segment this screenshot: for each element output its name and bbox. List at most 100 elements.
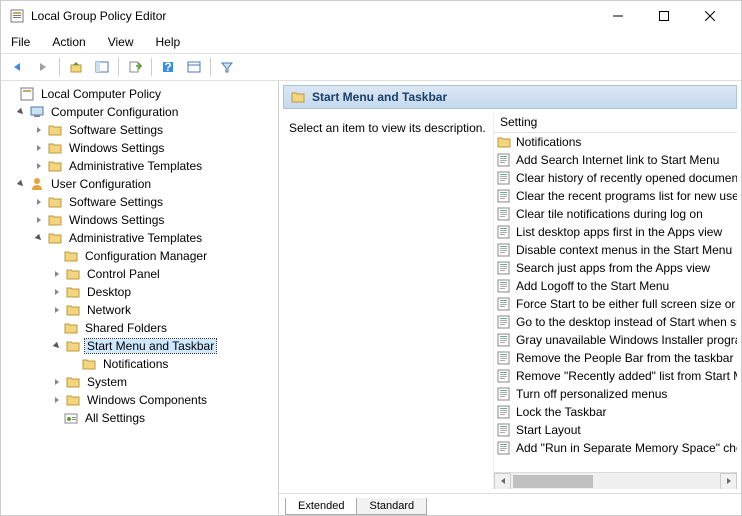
tree-label: Start Menu and Taskbar: [85, 339, 216, 353]
list-item-label: Add Logoff to the Start Menu: [516, 279, 669, 293]
minimize-button[interactable]: [595, 1, 641, 31]
tree-comp-config[interactable]: Computer Configuration: [1, 103, 278, 121]
list-item[interactable]: List desktop apps first in the Apps view: [494, 223, 737, 241]
content-header: Start Menu and Taskbar: [283, 85, 737, 109]
list-item[interactable]: Go to the desktop instead of Start when …: [494, 313, 737, 331]
tree-cfg-mgr[interactable]: Configuration Manager: [1, 247, 278, 265]
tree-all-settings[interactable]: All Settings: [1, 409, 278, 427]
tree-notifications[interactable]: Notifications: [1, 355, 278, 373]
list-item-label: Lock the Taskbar: [516, 405, 607, 419]
export-button[interactable]: [123, 56, 147, 78]
list-item[interactable]: Turn off personalized menus: [494, 385, 737, 403]
expand-icon[interactable]: [5, 88, 17, 100]
tree-user-config[interactable]: User Configuration: [1, 175, 278, 193]
list-item[interactable]: Clear the recent programs list for new u…: [494, 187, 737, 205]
expand-icon[interactable]: [33, 160, 45, 172]
back-button[interactable]: [5, 56, 29, 78]
expand-icon[interactable]: [51, 268, 63, 280]
tree-network[interactable]: Network: [1, 301, 278, 319]
tree-ctrl-panel[interactable]: Control Panel: [1, 265, 278, 283]
list-item[interactable]: Disable context menus in the Start Menu: [494, 241, 737, 259]
list-item[interactable]: Lock the Taskbar: [494, 403, 737, 421]
tab-standard[interactable]: Standard: [356, 498, 427, 515]
menu-file[interactable]: File: [7, 33, 34, 51]
expand-icon[interactable]: [33, 214, 45, 226]
tree-cc-soft[interactable]: Software Settings: [1, 121, 278, 139]
settings-list[interactable]: Notifications Add Search Internet link to…: [494, 133, 737, 472]
scroll-right-button[interactable]: [720, 473, 737, 490]
tree-label: Desktop: [85, 285, 133, 299]
collapse-icon[interactable]: [15, 106, 27, 118]
list-item[interactable]: Force Start to be either full screen siz…: [494, 295, 737, 313]
policy-icon: [496, 188, 512, 204]
toolbar-separator: [210, 58, 211, 76]
tree-desktop[interactable]: Desktop: [1, 283, 278, 301]
list-header-setting[interactable]: Setting: [494, 113, 737, 133]
list-item[interactable]: Clear tile notifications during log on: [494, 205, 737, 223]
tree-cc-admin[interactable]: Administrative Templates: [1, 157, 278, 175]
scroll-left-button[interactable]: [494, 473, 511, 490]
show-hide-tree-button[interactable]: [90, 56, 114, 78]
tree-cc-win[interactable]: Windows Settings: [1, 139, 278, 157]
up-button[interactable]: [64, 56, 88, 78]
tree-uc-admin[interactable]: Administrative Templates: [1, 229, 278, 247]
list-item[interactable]: Notifications: [494, 133, 737, 151]
horizontal-scrollbar[interactable]: [494, 472, 737, 489]
tree-shared[interactable]: Shared Folders: [1, 319, 278, 337]
expand-icon[interactable]: [51, 376, 63, 388]
list-item[interactable]: Remove "Recently added" list from Start …: [494, 367, 737, 385]
list-item[interactable]: Add Search Internet link to Start Menu: [494, 151, 737, 169]
list-item-label: Turn off personalized menus: [516, 387, 667, 401]
expand-icon[interactable]: [51, 304, 63, 316]
folder-icon: [65, 374, 81, 390]
expand-icon[interactable]: [33, 196, 45, 208]
close-button[interactable]: [687, 1, 733, 31]
window-title: Local Group Policy Editor: [31, 9, 595, 23]
tree-label: Windows Components: [85, 393, 209, 407]
expand-icon[interactable]: [51, 286, 63, 298]
collapse-icon[interactable]: [15, 178, 27, 190]
policy-icon: [496, 404, 512, 420]
menu-view[interactable]: View: [104, 33, 138, 51]
list-item[interactable]: Clear history of recently opened documen…: [494, 169, 737, 187]
menu-help[interactable]: Help: [152, 33, 185, 51]
list-item-label: Search just apps from the Apps view: [516, 261, 710, 275]
forward-button[interactable]: [31, 56, 55, 78]
scroll-thumb[interactable]: [513, 475, 593, 488]
tree-uc-soft[interactable]: Software Settings: [1, 193, 278, 211]
filter-button[interactable]: [215, 56, 239, 78]
policy-icon: [496, 296, 512, 312]
list-item[interactable]: Remove the People Bar from the taskbar: [494, 349, 737, 367]
tree-uc-win[interactable]: Windows Settings: [1, 211, 278, 229]
content-body: Select an item to view its description. …: [279, 109, 741, 493]
collapse-icon[interactable]: [51, 340, 63, 352]
help-button[interactable]: ?: [156, 56, 180, 78]
tree-start-menu[interactable]: Start Menu and Taskbar: [1, 337, 278, 355]
tab-extended[interactable]: Extended: [285, 498, 357, 515]
collapse-icon[interactable]: [33, 232, 45, 244]
tree-label: Computer Configuration: [49, 105, 180, 119]
list-item[interactable]: Add "Run in Separate Memory Space" check…: [494, 439, 737, 457]
list-item[interactable]: Add Logoff to the Start Menu: [494, 277, 737, 295]
tree-root[interactable]: Local Computer Policy: [1, 85, 278, 103]
tree-pane[interactable]: Local Computer Policy Computer Configura…: [1, 81, 279, 515]
tree-win-comp[interactable]: Windows Components: [1, 391, 278, 409]
expand-icon[interactable]: [51, 394, 63, 406]
policy-icon: [496, 386, 512, 402]
title-bar: Local Group Policy Editor: [1, 1, 741, 31]
list-item[interactable]: Search just apps from the Apps view: [494, 259, 737, 277]
expand-icon[interactable]: [33, 142, 45, 154]
list-item[interactable]: Gray unavailable Windows Installer progr…: [494, 331, 737, 349]
scroll-track[interactable]: [511, 473, 720, 490]
list-item-label: Notifications: [516, 135, 581, 149]
tree-system[interactable]: System: [1, 373, 278, 391]
policy-icon: [496, 278, 512, 294]
menu-action[interactable]: Action: [48, 33, 89, 51]
properties-button[interactable]: [182, 56, 206, 78]
maximize-button[interactable]: [641, 1, 687, 31]
tree-label: Configuration Manager: [83, 249, 209, 263]
expand-icon[interactable]: [33, 124, 45, 136]
policy-icon: [496, 368, 512, 384]
list-item[interactable]: Start Layout: [494, 421, 737, 439]
folder-icon: [496, 134, 512, 150]
